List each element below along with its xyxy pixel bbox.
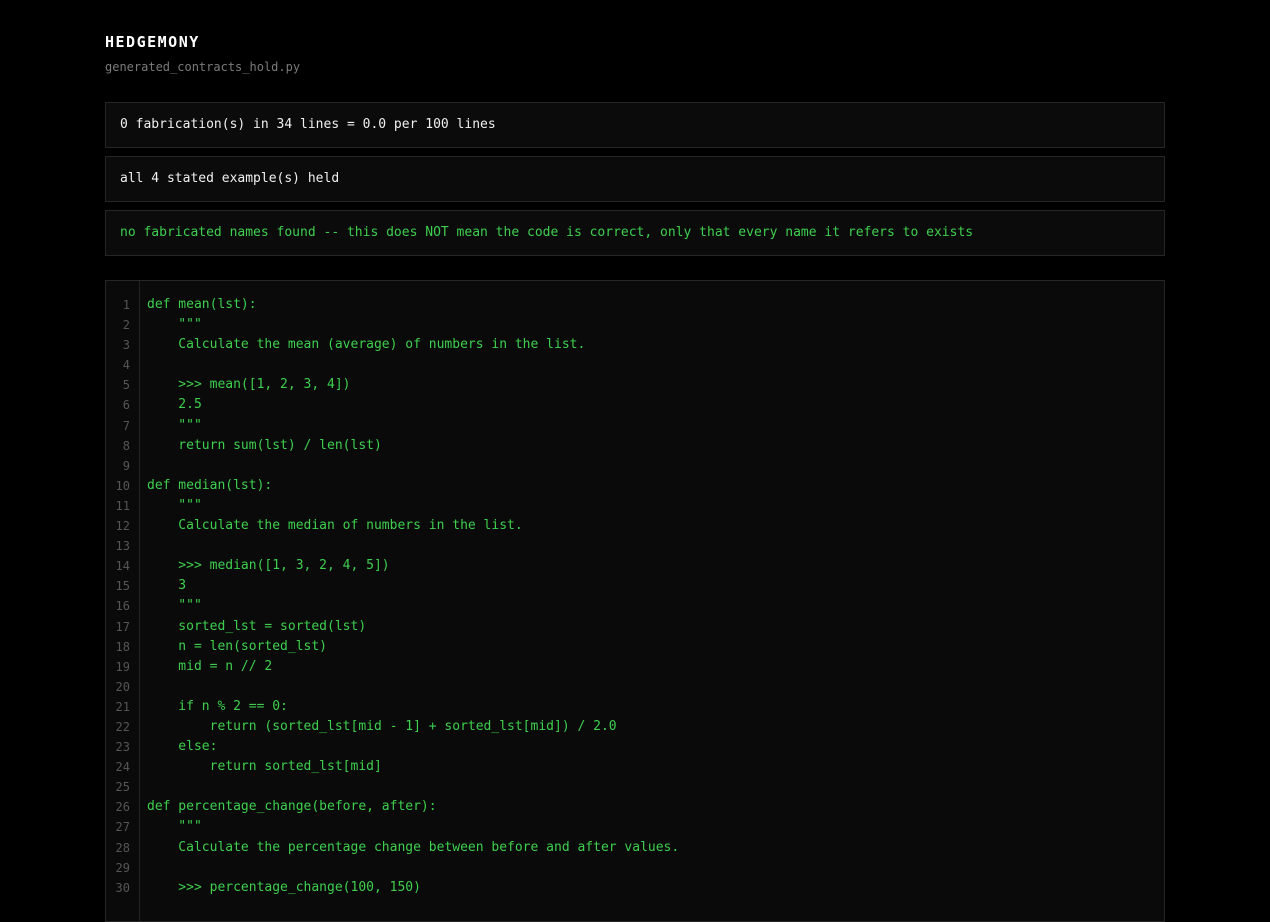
code-text: else: (147, 739, 218, 755)
app-title: HEDGEMONY (105, 33, 200, 51)
code-line: 22 return (sorted_lst[mid - 1] + sorted_… (106, 717, 1164, 737)
code-line: 11 """ (106, 496, 1164, 516)
code-line: 5 >>> mean([1, 2, 3, 4]) (106, 375, 1164, 395)
line-number: 16 (115, 599, 130, 614)
code-text: n = len(sorted_lst) (147, 638, 328, 654)
fabrication-summary-panel: 0 fabrication(s) in 34 lines = 0.0 per 1… (105, 102, 1165, 148)
code-line: 10 def median(lst): (106, 476, 1164, 496)
code-line: 20 (106, 677, 1164, 697)
line-number: 10 (115, 478, 130, 493)
line-number: 2 (122, 318, 130, 333)
code-line: 30 >>> percentage_change(100, 150) (106, 878, 1164, 898)
line-number: 25 (115, 780, 130, 795)
code-line: 6 2.5 (106, 395, 1164, 415)
code-text: """ (147, 317, 202, 333)
line-number: 24 (115, 760, 130, 775)
code-text: >>> mean([1, 2, 3, 4]) (147, 377, 351, 393)
line-number: 26 (115, 800, 130, 815)
code-text: Calculate the median of numbers in the l… (147, 518, 523, 534)
code-text: def median(lst): (147, 477, 273, 493)
code-text: >>> median([1, 3, 2, 4, 5]) (147, 558, 390, 574)
line-number: 15 (115, 579, 130, 594)
code-text: return sorted_lst[mid] (147, 759, 382, 775)
line-number: 4 (122, 358, 130, 373)
code-line: 25 (106, 777, 1164, 797)
line-number: 12 (115, 519, 130, 534)
file-name: generated_contracts_hold.py (105, 60, 301, 74)
code-line: 27 """ (106, 817, 1164, 837)
line-number: 29 (115, 860, 130, 875)
examples-summary-text: all 4 stated example(s) held (120, 171, 340, 186)
line-number: 5 (122, 378, 130, 393)
code-line: 9 (106, 456, 1164, 476)
line-number: 13 (115, 539, 130, 554)
code-line: 21 if n % 2 == 0: (106, 697, 1164, 717)
code-text: def mean(lst): (147, 297, 257, 312)
code-text: def percentage_change(before, after): (147, 799, 437, 815)
code-text: >>> percentage_change(100, 150) (147, 879, 421, 895)
code-line: 8 return sum(lst) / len(lst) (106, 436, 1164, 456)
code-viewer: 1 def mean(lst): 2 """ 3 Calculate the mean… (105, 280, 1165, 922)
line-number: 1 (122, 298, 130, 312)
code-text: mid = n // 2 (147, 658, 273, 674)
line-number: 9 (122, 458, 130, 473)
code-line: 13 (106, 536, 1164, 556)
code-line: 2 """ (106, 315, 1164, 335)
note-text: no fabricated names found -- this does N… (120, 225, 974, 240)
code-text: """ (147, 819, 202, 835)
code-text: """ (147, 417, 202, 433)
examples-summary-panel: all 4 stated example(s) held (105, 156, 1165, 202)
code-lines: 1 def mean(lst): 2 """ 3 Calculate the mean… (106, 295, 1164, 898)
line-number: 14 (115, 559, 130, 574)
code-line: 19 mid = n // 2 (106, 657, 1164, 677)
line-number: 30 (115, 880, 130, 895)
line-number: 6 (122, 398, 130, 413)
code-line: 1 def mean(lst): (106, 295, 1164, 315)
line-number: 22 (115, 719, 130, 734)
line-number: 3 (122, 338, 130, 353)
line-number: 28 (115, 840, 130, 855)
code-text: 2.5 (147, 397, 202, 413)
code-line: 12 Calculate the median of numbers in th… (106, 516, 1164, 536)
code-line: 7 """ (106, 416, 1164, 436)
code-line: 3 Calculate the mean (average) of number… (106, 335, 1164, 355)
line-number: 8 (122, 438, 130, 453)
code-line: 23 else: (106, 737, 1164, 757)
line-number: 18 (115, 639, 130, 654)
line-number: 27 (115, 820, 130, 835)
fabrication-summary-text: 0 fabrication(s) in 34 lines = 0.0 per 1… (120, 117, 496, 132)
code-line: 17 sorted_lst = sorted(lst) (106, 617, 1164, 637)
line-number: 19 (115, 659, 130, 674)
code-text: sorted_lst = sorted(lst) (147, 618, 367, 634)
code-text: """ (147, 598, 202, 614)
line-number: 7 (122, 418, 130, 433)
note-panel: no fabricated names found -- this does N… (105, 210, 1165, 256)
line-number: 21 (115, 699, 130, 714)
line-number: 11 (115, 498, 130, 513)
code-line: 15 3 (106, 576, 1164, 596)
code-line: 24 return sorted_lst[mid] (106, 757, 1164, 777)
line-number: 20 (115, 679, 130, 694)
code-line: 29 (106, 858, 1164, 878)
code-text: """ (147, 497, 202, 513)
code-line: 4 (106, 355, 1164, 375)
code-text: return sum(lst) / len(lst) (147, 437, 382, 453)
line-number: 17 (115, 619, 130, 634)
code-line: 18 n = len(sorted_lst) (106, 637, 1164, 657)
code-line: 26 def percentage_change(before, after): (106, 797, 1164, 817)
code-text: 3 (147, 578, 187, 594)
code-text: if n % 2 == 0: (147, 698, 288, 714)
code-line: 14 >>> median([1, 3, 2, 4, 5]) (106, 556, 1164, 576)
code-text: return (sorted_lst[mid - 1] + sorted_lst… (147, 718, 617, 734)
code-line: 16 """ (106, 596, 1164, 616)
code-text: Calculate the percentage change between … (147, 839, 680, 855)
code-text: Calculate the mean (average) of numbers … (147, 337, 586, 353)
line-number: 23 (115, 740, 130, 755)
code-line: 28 Calculate the percentage change betwe… (106, 838, 1164, 858)
